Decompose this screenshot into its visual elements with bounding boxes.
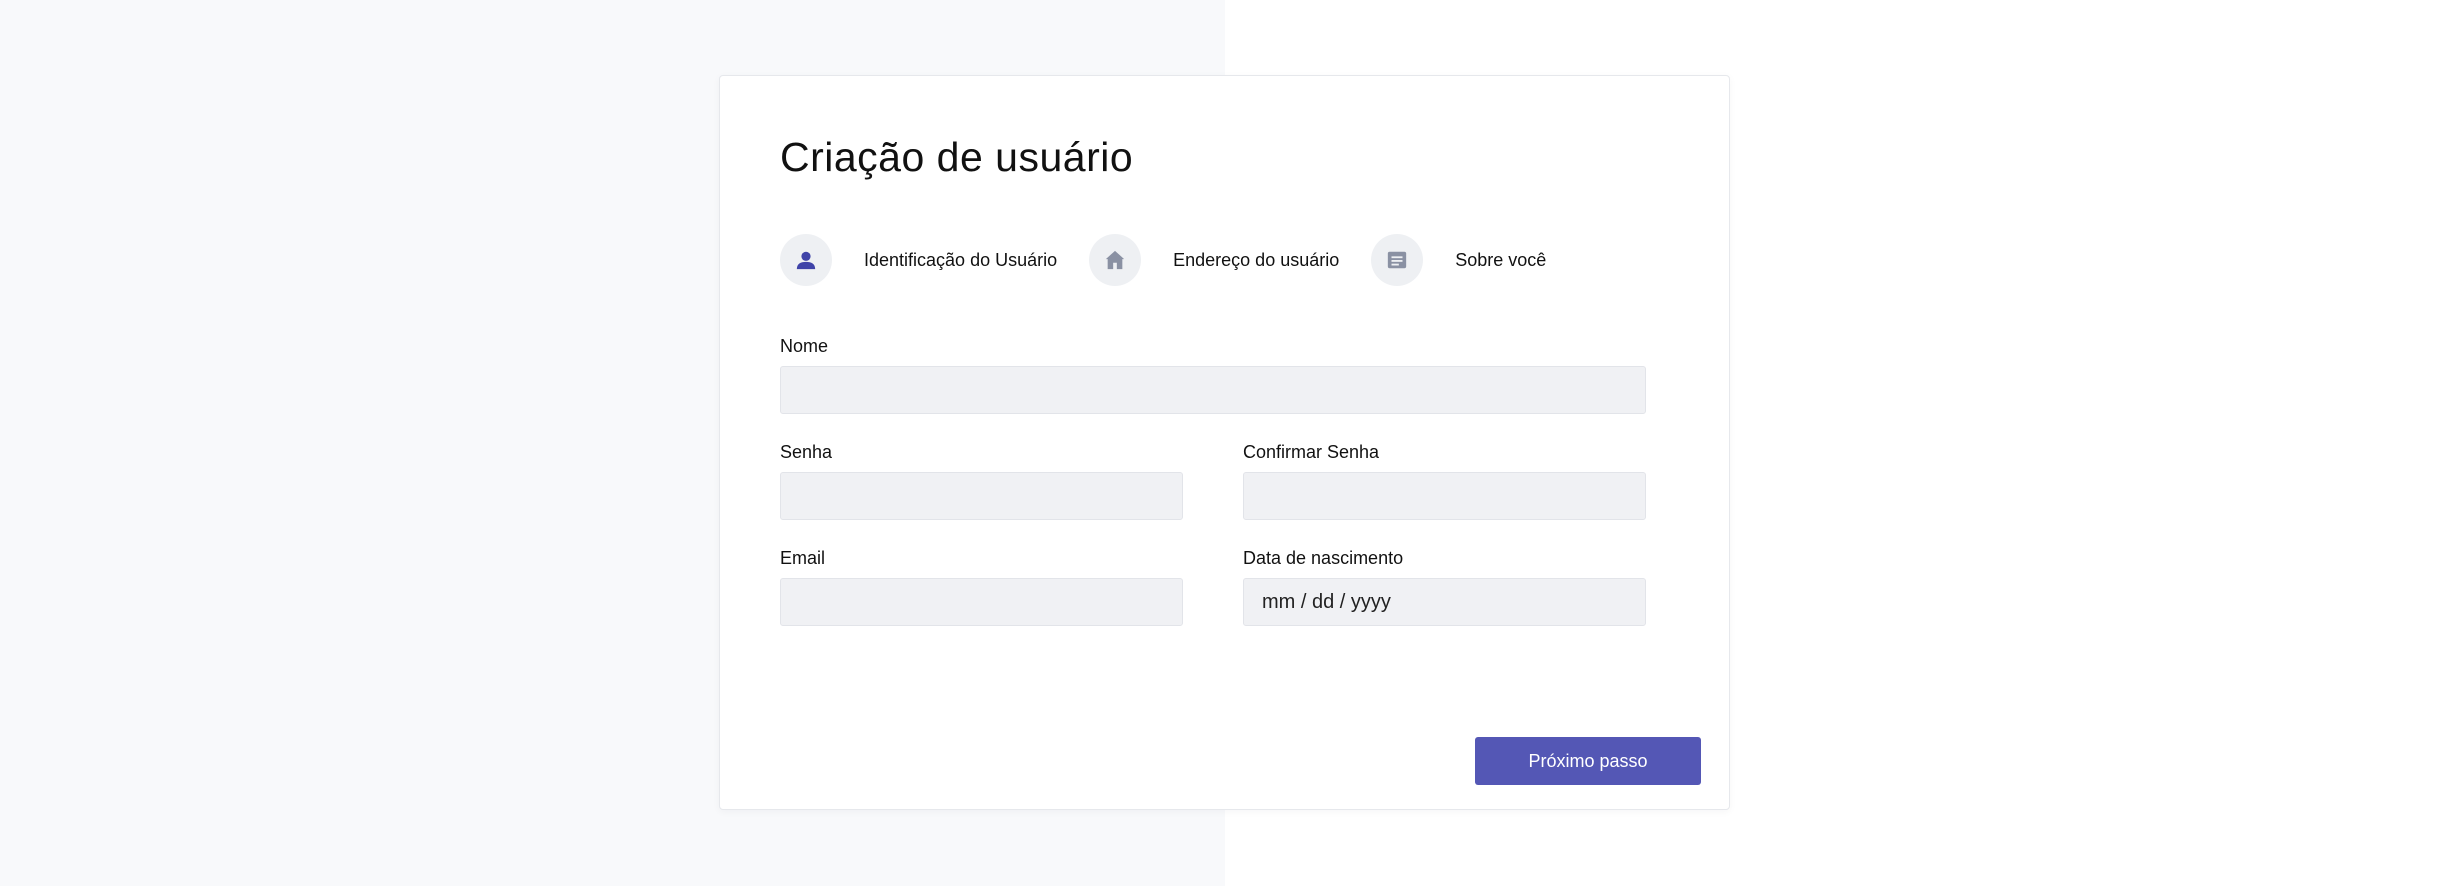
step-about-you[interactable]: Sobre você	[1371, 234, 1546, 286]
user-creation-card: Criação de usuário Identificação do Usuá…	[719, 75, 1730, 810]
email-input[interactable]	[780, 578, 1183, 626]
step-label: Endereço do usuário	[1173, 249, 1340, 270]
step-user-identification[interactable]: Identificação do Usuário	[780, 234, 1089, 286]
home-icon	[1089, 234, 1142, 286]
data-nascimento-label: Data de nascimento	[1243, 548, 1404, 568]
step-label: Identificação do Usuário	[864, 249, 1058, 270]
nome-input[interactable]	[780, 366, 1646, 414]
page-title: Criação de usuário	[780, 134, 1134, 180]
senha-input[interactable]	[780, 472, 1183, 520]
senha-label: Senha	[780, 442, 833, 462]
nome-label: Nome	[780, 336, 829, 356]
step-label: Sobre você	[1455, 249, 1547, 270]
confirmar-senha-label: Confirmar Senha	[1243, 442, 1380, 462]
data-nascimento-input[interactable]	[1243, 578, 1646, 626]
confirmar-senha-input[interactable]	[1243, 472, 1646, 520]
email-label: Email	[780, 548, 826, 568]
message-icon	[1371, 234, 1424, 286]
next-step-button[interactable]: Próximo passo	[1475, 737, 1701, 785]
stepper: Identificação do Usuário Endereço do usu…	[780, 234, 1546, 286]
user-icon	[780, 234, 832, 286]
step-user-address[interactable]: Endereço do usuário	[1089, 234, 1371, 286]
